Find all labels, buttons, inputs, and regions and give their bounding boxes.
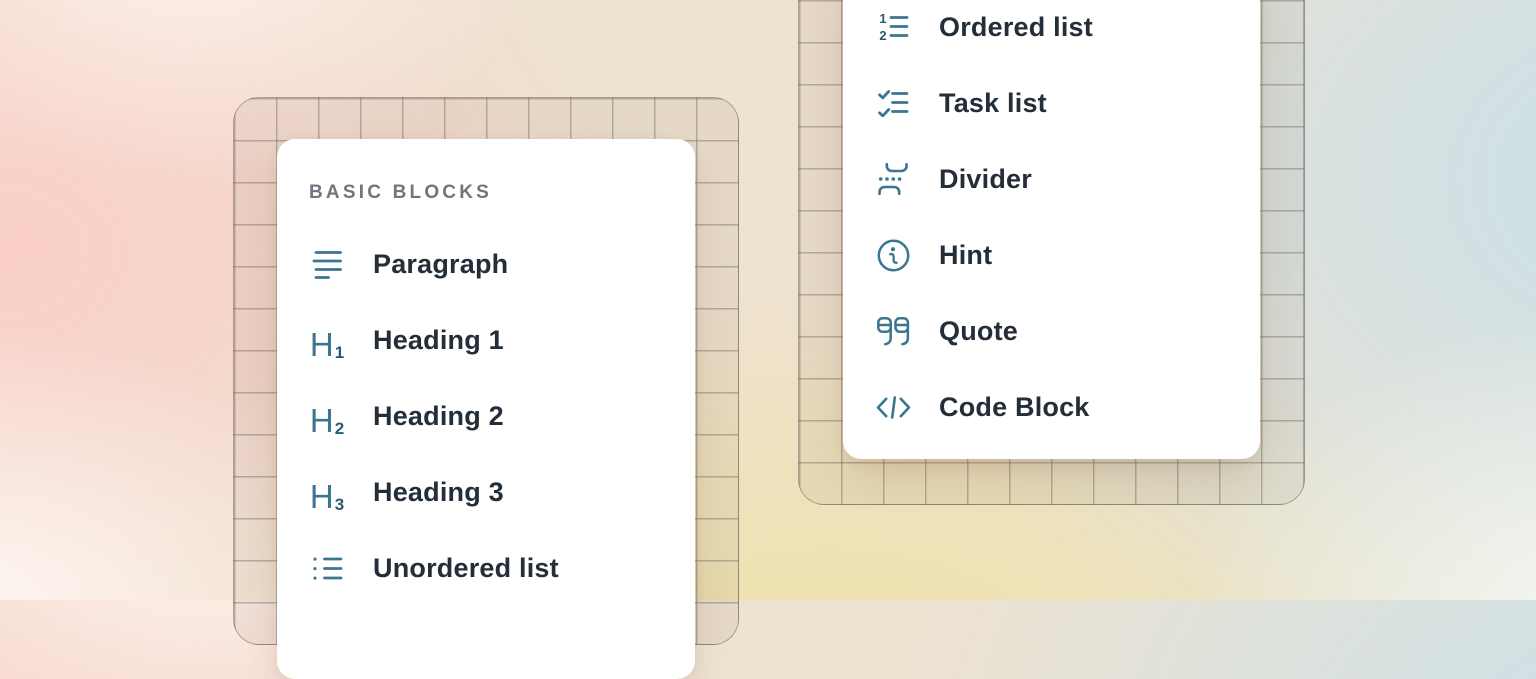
- menu-item-label: Quote: [939, 316, 1018, 347]
- menu-item-label: Divider: [939, 164, 1032, 195]
- menu-item-paragraph[interactable]: Paragraph: [277, 226, 695, 302]
- hint-icon: [875, 236, 911, 274]
- menu-item-code-block[interactable]: Code Block: [843, 369, 1260, 445]
- menu-item-ordered-list[interactable]: 1 2 Ordered list: [843, 0, 1260, 65]
- heading-3-icon: H 3: [309, 473, 345, 511]
- section-title: BASIC BLOCKS: [309, 175, 695, 211]
- menu-item-divider[interactable]: Divider: [843, 141, 1260, 217]
- menu-item-quote[interactable]: Quote: [843, 293, 1260, 369]
- menu-item-label: Heading 3: [373, 477, 504, 508]
- code-block-icon: [875, 388, 911, 426]
- blocks-panel-continued: 1 2 Ordered list Task list: [843, 0, 1260, 459]
- unordered-list-icon: [309, 549, 345, 587]
- menu-item-heading-2[interactable]: H 2 Heading 2: [277, 378, 695, 454]
- basic-blocks-panel: BASIC BLOCKS Paragraph H 1 Heading 1 H 2…: [277, 139, 695, 679]
- basic-blocks-menu: Paragraph H 1 Heading 1 H 2 Heading 2 H …: [277, 226, 695, 606]
- svg-text:2: 2: [879, 28, 886, 41]
- menu-item-heading-3[interactable]: H 3 Heading 3: [277, 454, 695, 530]
- menu-item-label: Code Block: [939, 392, 1090, 423]
- quote-icon: [875, 312, 911, 350]
- menu-item-label: Unordered list: [373, 553, 559, 584]
- menu-item-label: Task list: [939, 88, 1047, 119]
- menu-item-unordered-list[interactable]: Unordered list: [277, 530, 695, 606]
- menu-item-hint[interactable]: Hint: [843, 217, 1260, 293]
- divider-icon: [875, 160, 911, 198]
- blocks-menu-continued: 1 2 Ordered list Task list: [843, 0, 1260, 445]
- task-list-icon: [875, 84, 911, 122]
- heading-1-icon: H 1: [309, 321, 345, 359]
- svg-text:1: 1: [879, 13, 886, 26]
- menu-item-label: Paragraph: [373, 249, 508, 280]
- menu-item-label: Hint: [939, 240, 992, 271]
- menu-item-label: Heading 2: [373, 401, 504, 432]
- menu-item-label: Heading 1: [373, 325, 504, 356]
- heading-2-icon: H 2: [309, 397, 345, 435]
- menu-item-label: Ordered list: [939, 12, 1093, 43]
- paragraph-icon: [309, 245, 345, 283]
- menu-item-heading-1[interactable]: H 1 Heading 1: [277, 302, 695, 378]
- menu-item-task-list[interactable]: Task list: [843, 65, 1260, 141]
- hero-background: { "colors": { "accent_teal": "#3b7690", …: [0, 0, 1536, 600]
- ordered-list-icon: 1 2: [875, 8, 911, 46]
